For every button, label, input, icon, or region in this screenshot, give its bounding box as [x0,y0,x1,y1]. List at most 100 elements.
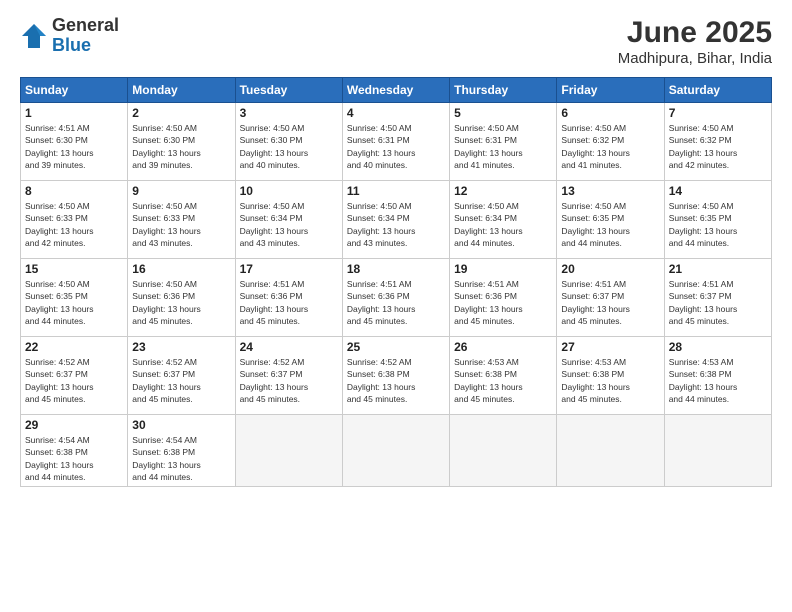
calendar-week-row: 29 Sunrise: 4:54 AMSunset: 6:38 PMDayligh… [21,415,772,487]
table-row: 22 Sunrise: 4:52 AMSunset: 6:37 PMDayligh… [21,337,128,415]
table-row: 7 Sunrise: 4:50 AMSunset: 6:32 PMDaylight… [664,103,771,181]
table-row [450,415,557,487]
day-number: 11 [347,184,445,198]
table-row: 21 Sunrise: 4:51 AMSunset: 6:37 PMDayligh… [664,259,771,337]
day-info: Sunrise: 4:50 AMSunset: 6:34 PMDaylight:… [240,200,338,249]
col-friday: Friday [557,78,664,103]
day-number: 29 [25,418,123,432]
table-row: 14 Sunrise: 4:50 AMSunset: 6:35 PMDayligh… [664,181,771,259]
day-number: 13 [561,184,659,198]
day-number: 15 [25,262,123,276]
day-info: Sunrise: 4:53 AMSunset: 6:38 PMDaylight:… [669,356,767,405]
day-info: Sunrise: 4:50 AMSunset: 6:30 PMDaylight:… [132,122,230,171]
day-number: 19 [454,262,552,276]
day-info: Sunrise: 4:50 AMSunset: 6:32 PMDaylight:… [561,122,659,171]
day-number: 2 [132,106,230,120]
day-number: 16 [132,262,230,276]
title-block: June 2025 Madhipura, Bihar, India [618,16,772,67]
day-number: 21 [669,262,767,276]
calendar-week-row: 1Sunrise: 4:51 AMSunset: 6:30 PMDaylight… [21,103,772,181]
table-row: 20 Sunrise: 4:51 AMSunset: 6:37 PMDayligh… [557,259,664,337]
month-title: June 2025 [618,16,772,50]
day-number: 18 [347,262,445,276]
day-info: Sunrise: 4:51 AMSunset: 6:36 PMDaylight:… [454,278,552,327]
day-info: Sunrise: 4:53 AMSunset: 6:38 PMDaylight:… [454,356,552,405]
table-row: 17Sunrise: 4:51 AMSunset: 6:36 PMDayligh… [235,259,342,337]
calendar-week-row: 8 Sunrise: 4:50 AMSunset: 6:33 PMDaylight… [21,181,772,259]
col-tuesday: Tuesday [235,78,342,103]
day-number: 7 [669,106,767,120]
day-number: 20 [561,262,659,276]
day-info: Sunrise: 4:50 AMSunset: 6:33 PMDaylight:… [132,200,230,249]
day-number: 12 [454,184,552,198]
table-row: 25 Sunrise: 4:52 AMSunset: 6:38 PMDayligh… [342,337,449,415]
day-number: 22 [25,340,123,354]
day-number: 5 [454,106,552,120]
day-number: 25 [347,340,445,354]
page: General Blue June 2025 Madhipura, Bihar,… [0,0,792,612]
table-row: 18Sunrise: 4:51 AMSunset: 6:36 PMDayligh… [342,259,449,337]
header: General Blue June 2025 Madhipura, Bihar,… [20,16,772,67]
day-info: Sunrise: 4:50 AMSunset: 6:30 PMDaylight:… [240,122,338,171]
col-wednesday: Wednesday [342,78,449,103]
table-row: 5Sunrise: 4:50 AMSunset: 6:31 PMDaylight… [450,103,557,181]
day-number: 24 [240,340,338,354]
logo-general-text: General [52,16,119,36]
table-row: 6 Sunrise: 4:50 AMSunset: 6:32 PMDaylight… [557,103,664,181]
day-info: Sunrise: 4:50 AMSunset: 6:31 PMDaylight:… [347,122,445,171]
day-info: Sunrise: 4:53 AMSunset: 6:38 PMDaylight:… [561,356,659,405]
day-number: 23 [132,340,230,354]
table-row: 24 Sunrise: 4:52 AMSunset: 6:37 PMDayligh… [235,337,342,415]
day-info: Sunrise: 4:52 AMSunset: 6:37 PMDaylight:… [132,356,230,405]
col-saturday: Saturday [664,78,771,103]
day-number: 14 [669,184,767,198]
calendar-week-row: 22 Sunrise: 4:52 AMSunset: 6:37 PMDayligh… [21,337,772,415]
table-row: 30Sunrise: 4:54 AMSunset: 6:38 PMDayligh… [128,415,235,487]
day-info: Sunrise: 4:51 AMSunset: 6:37 PMDaylight:… [669,278,767,327]
table-row: 4 Sunrise: 4:50 AMSunset: 6:31 PMDaylight… [342,103,449,181]
table-row: 27 Sunrise: 4:53 AMSunset: 6:38 PMDayligh… [557,337,664,415]
table-row [342,415,449,487]
day-number: 3 [240,106,338,120]
day-info: Sunrise: 4:52 AMSunset: 6:38 PMDaylight:… [347,356,445,405]
day-info: Sunrise: 4:52 AMSunset: 6:37 PMDaylight:… [240,356,338,405]
table-row [664,415,771,487]
table-row: 23 Sunrise: 4:52 AMSunset: 6:37 PMDayligh… [128,337,235,415]
day-info: Sunrise: 4:50 AMSunset: 6:33 PMDaylight:… [25,200,123,249]
day-info: Sunrise: 4:51 AMSunset: 6:30 PMDaylight:… [25,122,123,171]
calendar-header-row: Sunday Monday Tuesday Wednesday Thursday… [21,78,772,103]
day-number: 6 [561,106,659,120]
day-info: Sunrise: 4:51 AMSunset: 6:37 PMDaylight:… [561,278,659,327]
day-info: Sunrise: 4:50 AMSunset: 6:32 PMDaylight:… [669,122,767,171]
logo-text: General Blue [52,16,119,56]
day-number: 4 [347,106,445,120]
day-info: Sunrise: 4:54 AMSunset: 6:38 PMDaylight:… [132,434,230,483]
table-row: 2 Sunrise: 4:50 AMSunset: 6:30 PMDaylight… [128,103,235,181]
table-row: 29Sunrise: 4:54 AMSunset: 6:38 PMDayligh… [21,415,128,487]
day-info: Sunrise: 4:51 AMSunset: 6:36 PMDaylight:… [240,278,338,327]
col-sunday: Sunday [21,78,128,103]
day-number: 28 [669,340,767,354]
day-number: 8 [25,184,123,198]
table-row: 26 Sunrise: 4:53 AMSunset: 6:38 PMDayligh… [450,337,557,415]
table-row: 8 Sunrise: 4:50 AMSunset: 6:33 PMDaylight… [21,181,128,259]
day-info: Sunrise: 4:50 AMSunset: 6:35 PMDaylight:… [669,200,767,249]
day-number: 9 [132,184,230,198]
table-row: 12Sunrise: 4:50 AMSunset: 6:34 PMDayligh… [450,181,557,259]
table-row: 3 Sunrise: 4:50 AMSunset: 6:30 PMDaylight… [235,103,342,181]
table-row: 11Sunrise: 4:50 AMSunset: 6:34 PMDayligh… [342,181,449,259]
calendar-week-row: 15 Sunrise: 4:50 AMSunset: 6:35 PMDayligh… [21,259,772,337]
logo-blue-text: Blue [52,36,119,56]
table-row: 16 Sunrise: 4:50 AMSunset: 6:36 PMDayligh… [128,259,235,337]
day-number: 27 [561,340,659,354]
table-row: 13Sunrise: 4:50 AMSunset: 6:35 PMDayligh… [557,181,664,259]
logo-icon [20,22,48,50]
table-row: 10Sunrise: 4:50 AMSunset: 6:34 PMDayligh… [235,181,342,259]
day-info: Sunrise: 4:52 AMSunset: 6:37 PMDaylight:… [25,356,123,405]
table-row: 19 Sunrise: 4:51 AMSunset: 6:36 PMDayligh… [450,259,557,337]
table-row: 15 Sunrise: 4:50 AMSunset: 6:35 PMDayligh… [21,259,128,337]
day-info: Sunrise: 4:50 AMSunset: 6:36 PMDaylight:… [132,278,230,327]
calendar-table: Sunday Monday Tuesday Wednesday Thursday… [20,77,772,487]
day-number: 26 [454,340,552,354]
day-info: Sunrise: 4:50 AMSunset: 6:35 PMDaylight:… [25,278,123,327]
